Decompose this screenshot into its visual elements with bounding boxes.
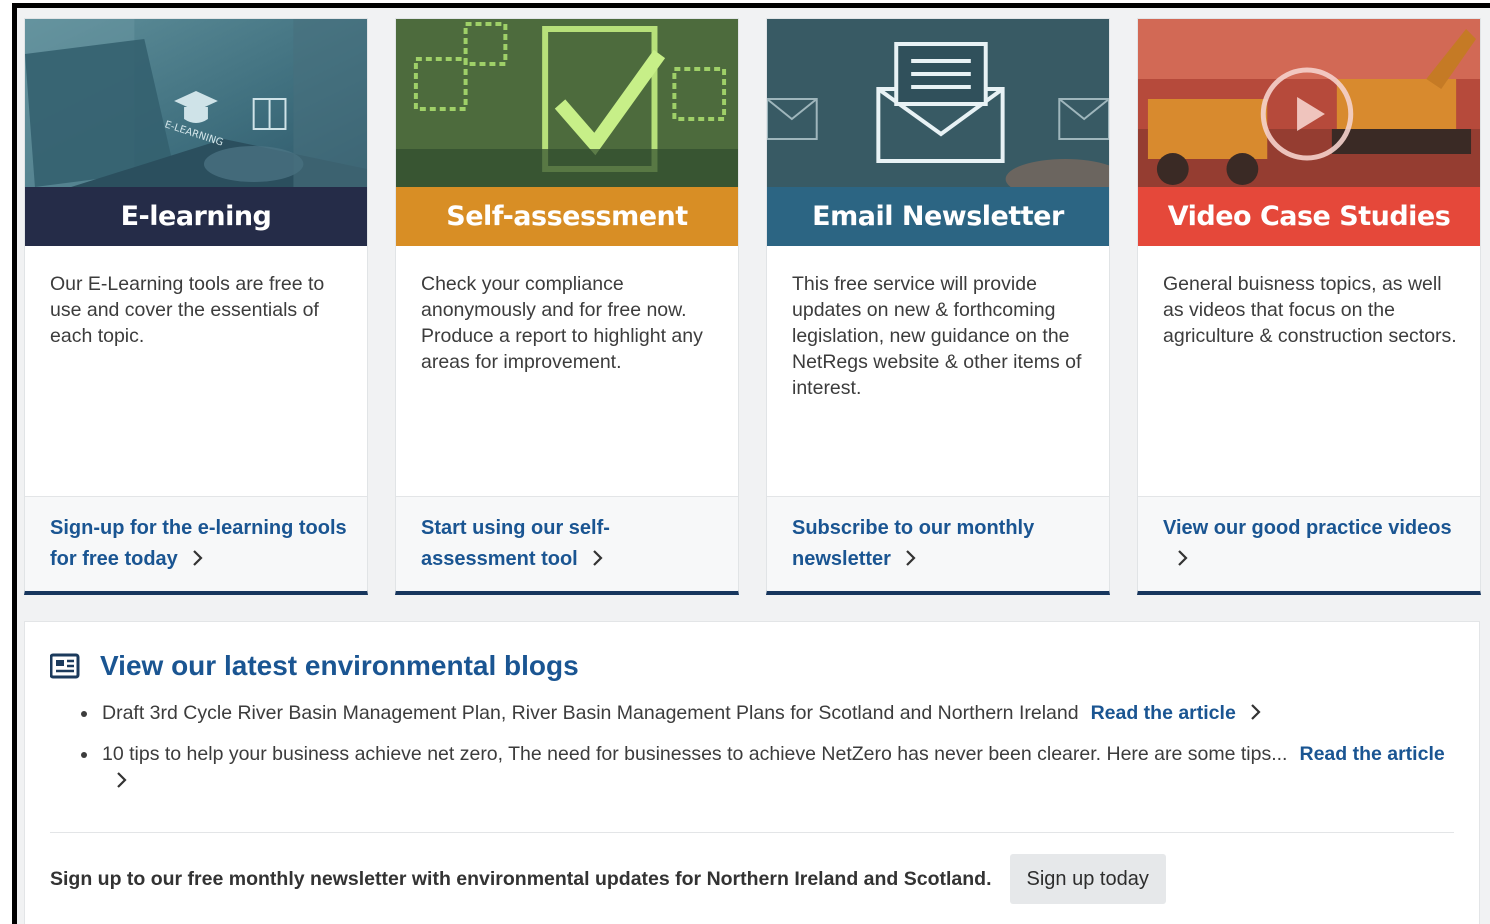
blogs-panel: View our latest environmental blogs Draf… [24,621,1480,924]
chevron-right-icon [192,549,203,567]
link-label: Start using our self-assessment tool [421,517,610,570]
self-assessment-link[interactable]: Start using our self-assessment tool [421,513,721,575]
chevron-right-icon [905,549,916,567]
list-item: Draft 3rd Cycle River Basin Management P… [77,700,1457,727]
blog-list: Draft 3rd Cycle River Basin Management P… [77,700,1457,809]
chevron-right-icon [116,771,127,789]
signup-text: Sign up to our free monthly newsletter w… [50,867,992,890]
card-title: Self-assessment [396,187,738,246]
envelope-photo [767,19,1109,187]
blog-item-text: Draft 3rd Cycle River Basin Management P… [102,702,1079,724]
card-footer: Start using our self-assessment tool [396,496,738,591]
list-item: 10 tips to help your business achieve ne… [77,741,1457,795]
card-title: E-learning [25,187,367,246]
card-video-case-studies: Video Case Studies General buisness topi… [1137,18,1481,595]
newspaper-icon [50,653,80,679]
card-title: Email Newsletter [767,187,1109,246]
card-description: Check your compliance anonymously and fo… [421,273,703,373]
card-self-assessment: Self-assessment Check your compliance an… [395,18,739,595]
card-elearning: E-LEARNING E-learning Our E-Learning too… [24,18,368,595]
card-footer: Subscribe to our monthly newsletter [767,496,1109,591]
read-article-link[interactable]: Read the article [1091,702,1261,724]
view-videos-link[interactable]: View our good practice videos [1163,513,1463,575]
divider [50,832,1454,833]
card-email-newsletter: Email Newsletter This free service will … [766,18,1110,595]
link-label: Read the article [1090,702,1236,724]
card-title: Video Case Studies [1138,187,1480,246]
chevron-right-icon [1177,549,1188,567]
blog-item-text: 10 tips to help your business achieve ne… [102,743,1288,765]
chevron-right-icon [1250,703,1261,721]
link-label: View our good practice videos [1163,517,1452,539]
checkmark-photo [396,19,738,187]
card-footer: Sign-up for the e-learning tools for fre… [25,496,367,591]
card-description: General buisness topics, as well as vide… [1163,273,1457,347]
laptop-elearning-photo: E-LEARNING [25,19,367,187]
sign-up-button[interactable]: Sign up today [1009,854,1166,904]
blogs-title: View our latest environmental blogs [100,650,579,681]
subscribe-newsletter-link[interactable]: Subscribe to our monthly newsletter [792,513,1092,575]
link-label: Read the article [1299,743,1445,765]
excavator-play-photo [1138,19,1480,187]
card-description: This free service will provide updates o… [792,273,1082,399]
elearning-signup-link[interactable]: Sign-up for the e-learning tools for fre… [50,513,350,575]
newsletter-signup-row: Sign up to our free monthly newsletter w… [50,854,1166,904]
card-description: Our E-Learning tools are free to use and… [50,273,325,347]
chevron-right-icon [592,549,603,567]
card-footer: View our good practice videos [1138,496,1480,591]
blogs-header: View our latest environmental blogs [50,650,579,682]
